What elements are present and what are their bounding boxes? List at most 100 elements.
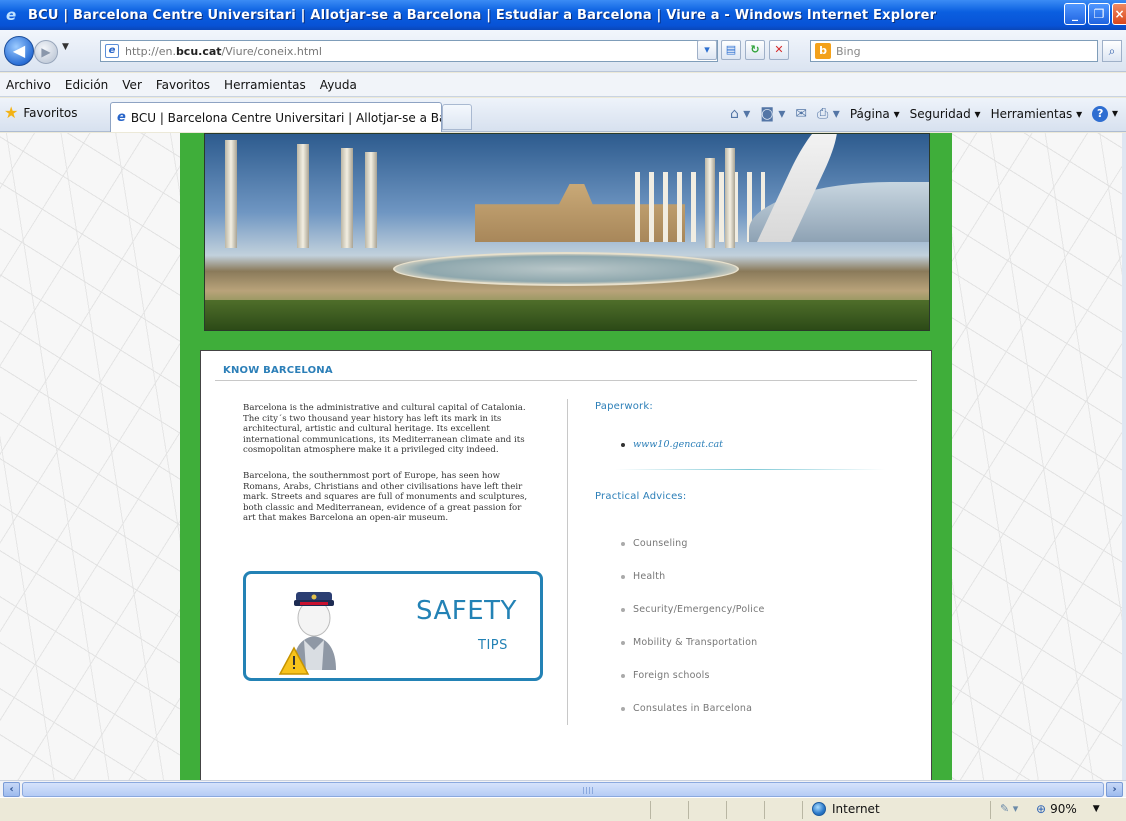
links-column: Paperwork: www10.gencat.cat Practical Ad… [595, 401, 895, 714]
search-icon[interactable]: ⌕ [1102, 40, 1122, 62]
command-page[interactable]: Página ▾ [850, 107, 900, 121]
safety-word: SAFETY [416, 596, 517, 626]
favorites-button[interactable]: ★ Favoritos [4, 105, 78, 121]
status-divider [802, 801, 803, 819]
menu-item-favoritos[interactable]: Favoritos [156, 78, 210, 92]
page-icon: e [105, 44, 119, 58]
protected-mode-icon[interactable]: ✎ ▾ [1000, 802, 1018, 815]
advice-item-security[interactable]: Security/Emergency/Police [621, 593, 765, 626]
help-button[interactable]: ? ▾ [1092, 106, 1118, 122]
safety-sub: TIPS [478, 638, 508, 653]
column-divider [567, 399, 568, 725]
compatibility-view-icon[interactable]: ▤ [721, 40, 741, 60]
zoom-dropdown-icon[interactable]: ▼ [1093, 804, 1100, 814]
command-tools[interactable]: Herramientas ▾ [991, 107, 1083, 121]
intro-column: Barcelona is the administrative and cult… [243, 403, 529, 539]
bullet-icon [621, 442, 625, 447]
advice-item-health[interactable]: Health [621, 560, 765, 593]
status-divider [688, 801, 689, 819]
bing-icon: b [815, 43, 831, 59]
search-input[interactable]: b Bing [810, 40, 1098, 62]
page-viewport[interactable]: KNOW BARCELONA Barcelona is the administ… [0, 133, 1126, 780]
status-divider [726, 801, 727, 819]
menu-item-archivo[interactable]: Archivo [6, 78, 51, 92]
mail-icon[interactable]: ✉ [795, 106, 807, 122]
navigation-bar: ◀ ▶ ▼ e http://en.bcu.cat/Viure/coneix.h… [0, 30, 1126, 72]
zone-label: Internet [832, 802, 880, 816]
section-title: KNOW BARCELONA [223, 365, 333, 376]
menu-item-ayuda[interactable]: Ayuda [320, 78, 357, 92]
status-divider [764, 801, 765, 819]
history-dropdown-icon[interactable]: ▼ [62, 42, 69, 52]
minimize-button[interactable]: _ [1064, 3, 1086, 25]
new-tab-button[interactable] [442, 104, 472, 130]
back-button[interactable]: ◀ [4, 36, 34, 66]
safety-tips-banner[interactable]: SAFETY TIPS [243, 571, 543, 681]
command-bar: ⌂ ▾ ◙ ▾ ✉ ⎙ ▾ Página ▾ Seguridad ▾ Herra… [730, 106, 1118, 122]
scroll-thumb[interactable] [22, 782, 1104, 797]
paperwork-item: www10.gencat.cat [621, 439, 723, 450]
section-divider [615, 469, 885, 470]
stop-icon[interactable]: ✕ [769, 40, 789, 60]
bullet-icon [621, 706, 625, 711]
tab-active[interactable]: e BCU | Barcelona Centre Universitari | … [110, 102, 442, 132]
address-dropdown-icon[interactable]: ▾ [697, 40, 717, 60]
ie-logo-icon: e [6, 6, 17, 24]
gencat-link[interactable]: www10.gencat.cat [633, 439, 723, 450]
search-placeholder: Bing [836, 44, 861, 58]
pillar [341, 148, 353, 248]
paperwork-heading: Paperwork: [595, 401, 653, 412]
bullet-icon [621, 541, 625, 546]
pillar [365, 152, 377, 248]
menu-item-ver[interactable]: Ver [122, 78, 142, 92]
advice-item-mobility[interactable]: Mobility & Transportation [621, 626, 765, 659]
status-divider [650, 801, 651, 819]
menu-item-edicion[interactable]: Edición [65, 78, 108, 92]
security-zone[interactable]: Internet [812, 802, 880, 816]
restore-button[interactable]: ❐ [1088, 3, 1110, 25]
hero-image [204, 133, 930, 331]
address-input[interactable]: e http://en.bcu.cat/Viure/coneix.html [100, 40, 718, 62]
favorites-bar: ★ Favoritos e BCU | Barcelona Centre Uni… [0, 98, 1126, 132]
bullet-icon [621, 607, 625, 612]
window-title-bar: e BCU | Barcelona Centre Universitari | … [0, 0, 1126, 30]
zoom-icon: ⊕ [1036, 802, 1047, 816]
police-officer-icon [278, 592, 336, 675]
intro-paragraph: Barcelona, the southernmost port of Euro… [243, 470, 528, 524]
command-security[interactable]: Seguridad ▾ [910, 107, 981, 121]
window-title: BCU | Barcelona Centre Universitari | Al… [28, 7, 937, 23]
feeds-icon[interactable]: ◙ ▾ [760, 106, 785, 122]
help-icon: ? [1092, 106, 1109, 122]
bullet-icon [621, 574, 625, 579]
globe-icon [812, 802, 826, 816]
zoom-level: 90% [1050, 802, 1077, 816]
advice-item-counseling[interactable]: Counseling [621, 527, 765, 560]
print-icon[interactable]: ⎙ ▾ [817, 106, 840, 122]
pillar [725, 148, 735, 248]
advice-item-schools[interactable]: Foreign schools [621, 659, 765, 692]
pillar [225, 140, 237, 248]
zoom-control[interactable]: ⊕ 90% ▼ [1036, 802, 1100, 816]
url-text: http://en.bcu.cat/Viure/coneix.html [125, 44, 322, 58]
advice-item-consulates[interactable]: Consulates in Barcelona [621, 692, 765, 725]
home-icon[interactable]: ⌂ ▾ [730, 106, 750, 122]
tab-favicon-icon: e [117, 110, 126, 125]
menu-bar: Archivo Edición Ver Favoritos Herramient… [0, 73, 1126, 97]
close-button[interactable]: × [1112, 3, 1126, 25]
pillar [705, 158, 715, 248]
forward-button[interactable]: ▶ [34, 40, 58, 64]
intro-paragraph: Barcelona is the administrative and cult… [243, 403, 526, 456]
title-divider [215, 380, 917, 381]
hedge [205, 300, 929, 330]
bullet-icon [621, 640, 625, 645]
tab-title: BCU | Barcelona Centre Universitari | Al… [130, 110, 442, 125]
refresh-icon[interactable]: ↻ [745, 40, 765, 60]
scroll-right-button[interactable]: › [1106, 782, 1123, 797]
scroll-left-button[interactable]: ‹ [3, 782, 20, 797]
horizontal-scrollbar[interactable]: ‹ › [0, 780, 1126, 797]
menu-item-herramientas[interactable]: Herramientas [224, 78, 306, 92]
vertical-scrollbar[interactable] [1122, 133, 1126, 780]
fountain-pool [393, 252, 739, 286]
colonnade [635, 172, 765, 242]
address-controls: ▾ ▤ ↻ ✕ [697, 40, 789, 60]
